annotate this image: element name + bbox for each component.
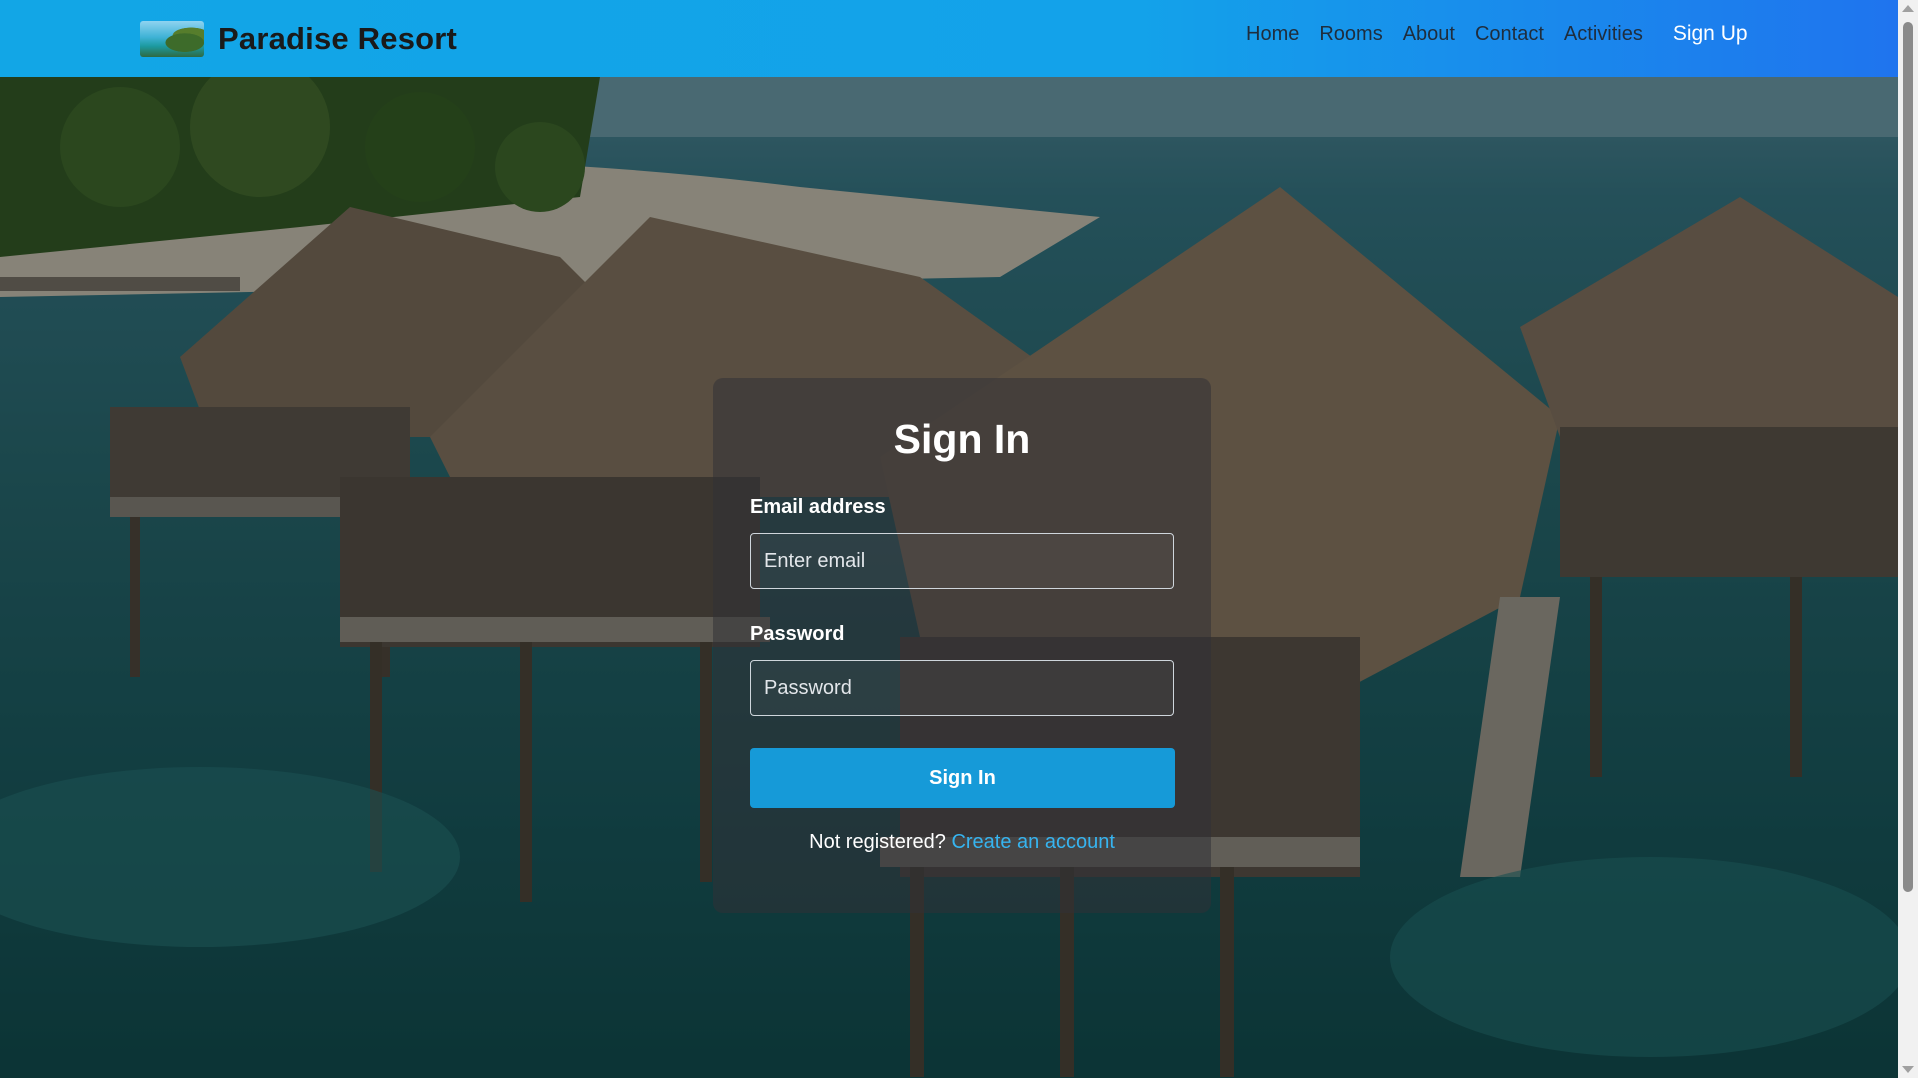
nav-about[interactable]: About	[1403, 23, 1455, 46]
nav-home[interactable]: Home	[1246, 23, 1299, 46]
scroll-down-icon[interactable]	[1902, 1066, 1914, 1073]
scroll-up-icon[interactable]	[1902, 5, 1914, 12]
page: Paradise Resort Home Rooms About Contact…	[0, 0, 1918, 1078]
nav-links: Home Rooms About Contact Activities Sign…	[1246, 22, 1748, 46]
navbar: Paradise Resort Home Rooms About Contact…	[0, 0, 1898, 77]
password-label: Password	[750, 623, 845, 645]
register-prompt: Not registered?	[809, 831, 946, 853]
password-field[interactable]	[750, 660, 1174, 716]
scrollbar-thumb[interactable]	[1903, 22, 1913, 892]
create-account-link[interactable]: Create an account	[951, 831, 1114, 853]
register-line: Not registered? Create an account	[713, 831, 1211, 854]
signin-card: Sign In Email address Password Sign In N…	[713, 378, 1211, 913]
brand-name: Paradise Resort	[218, 20, 458, 56]
nav-activities[interactable]: Activities	[1564, 23, 1643, 46]
brand-link[interactable]: Paradise Resort	[140, 16, 457, 61]
nav-signup-link[interactable]: Sign Up	[1673, 22, 1748, 46]
email-field[interactable]	[750, 533, 1174, 589]
email-label: Email address	[750, 496, 886, 518]
nav-contact[interactable]: Contact	[1475, 23, 1544, 46]
signin-title: Sign In	[893, 416, 1031, 462]
scrollbar[interactable]	[1898, 0, 1918, 1078]
signin-button[interactable]: Sign In	[750, 748, 1175, 808]
resort-logo-icon	[140, 20, 204, 57]
nav-rooms[interactable]: Rooms	[1319, 23, 1382, 46]
